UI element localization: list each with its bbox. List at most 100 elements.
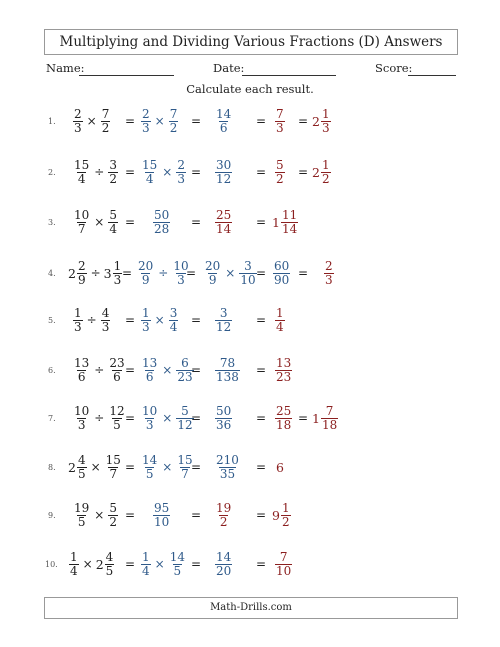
equals-sign: =: [191, 215, 202, 229]
problem-row: 3. 10 7 × 5 4 = 50 28 = 25 14 = 1 11 14: [0, 202, 500, 242]
fraction: 45: [104, 550, 115, 578]
operand: 245: [68, 453, 88, 481]
denominator: 4: [69, 563, 79, 578]
denominator: 12: [215, 171, 233, 186]
whole-number: 3: [103, 265, 112, 281]
mixed-answer: 213: [312, 107, 332, 135]
mixed-answer: 1 11 14: [272, 208, 299, 236]
equals-sign: =: [125, 114, 136, 128]
denominator: 3: [73, 319, 83, 334]
fraction: 14: [275, 306, 285, 334]
simplified-answer-cell: 13 23: [274, 350, 293, 390]
fraction: 13: [320, 107, 331, 135]
equals-sign: =: [256, 215, 267, 229]
step-expression: 20 9 ÷ 10 3: [136, 259, 191, 287]
operand: 23: [72, 107, 84, 135]
problem-expression-cell: 13 6 ÷ 23 6: [72, 350, 127, 390]
equals-sign: =: [191, 411, 202, 425]
problem-expression: 2 3 × 7 2: [72, 107, 111, 135]
numerator: 2: [142, 106, 150, 121]
denominator: 5: [172, 563, 183, 578]
problem-number: 3.: [48, 218, 56, 227]
equals-sign: =: [122, 266, 133, 280]
numerator: 20: [205, 258, 221, 273]
numerator: 1: [142, 549, 150, 564]
denominator: 2: [280, 514, 291, 529]
denominator: 2: [100, 120, 111, 135]
numerator: 15: [74, 157, 90, 172]
operand: 52: [107, 501, 119, 529]
denominator: 4: [144, 171, 155, 186]
problem-expression: 1 4 × 2 4 5: [68, 550, 116, 578]
equals-sign: =: [191, 557, 202, 571]
fraction: 15 7: [105, 453, 122, 481]
whole-number: 2: [68, 265, 76, 281]
denominator: 18: [275, 417, 293, 432]
denominator: 9: [140, 272, 151, 287]
problem-expression: 2 4 5 × 15 7: [68, 453, 123, 481]
numerator: 19: [74, 500, 90, 515]
operand: 245: [96, 550, 116, 578]
operand: 15 4: [72, 157, 91, 186]
fraction: 13 23: [275, 356, 293, 384]
product-fraction-cell: 78 138: [214, 350, 241, 390]
fraction: 10 3: [141, 404, 158, 432]
problem-expression: 13 6 ÷ 23 6: [72, 356, 127, 384]
numerator: 7: [276, 106, 284, 121]
numerator: 14: [216, 106, 232, 121]
problem-row: 1. 2 3 × 7 2 = 2 3 × 7 2 = 14 6 = 7 3 = 2 1 3: [0, 101, 500, 141]
fraction: 72: [168, 107, 179, 135]
step-expression-cell: 20 9 × 3 10: [203, 253, 258, 293]
score-label: Score:: [375, 61, 413, 75]
simplified-answer: 73: [274, 106, 286, 135]
problem-expression: 2 2 9 ÷ 3 1 3: [68, 258, 123, 287]
times-sign: ×: [225, 266, 236, 280]
denominator: 10: [239, 272, 257, 287]
fraction: 23: [324, 259, 334, 287]
denominator: 6: [112, 369, 122, 384]
worksheet-title: Multiplying and Dividing Various Fractio…: [44, 29, 458, 55]
fraction: 25 18: [275, 404, 293, 432]
fraction: 60 90: [273, 258, 291, 287]
numerator: 1: [281, 500, 290, 515]
denominator: 3: [141, 120, 151, 135]
operand: 34: [168, 306, 180, 334]
fraction: 45: [76, 453, 87, 481]
simplified-answer: 19 2: [214, 501, 233, 529]
denominator: 5: [76, 466, 87, 481]
equals-sign: =: [256, 363, 267, 377]
numerator: 7: [279, 549, 288, 564]
numerator: 50: [154, 207, 170, 222]
equals-sign: =: [186, 266, 197, 280]
fraction: 10 7: [73, 208, 90, 236]
denominator: 14: [280, 221, 299, 236]
fraction: 14: [141, 549, 151, 578]
whole-number: 2: [312, 164, 320, 180]
numerator: 2: [77, 258, 86, 273]
problem-number: 1.: [48, 117, 56, 126]
step-expression-cell: 10 3 × 5 12: [140, 398, 195, 438]
denominator: 3: [176, 171, 186, 186]
operand: 10 3: [140, 404, 159, 432]
problem-row: 9. 19 5 × 5 2 = 95 10 = 19 2 = 9 1 2: [0, 495, 500, 535]
problem-expression-cell: 2 2 9 ÷ 3 1 3: [68, 253, 123, 293]
product-fraction: 60 90: [272, 258, 291, 287]
step-expression-cell: 1 3 × 3 4: [140, 300, 179, 340]
problem-row: 4. 2 2 9 ÷ 3 1 3 = 20 9 ÷ 10 3 = 20 9 × 3 10 = 60 90 = 2 3: [0, 253, 500, 293]
problem-row: 8. 2 4 5 × 15 7 = 14 5 × 15 7 = 210 35 = 6: [0, 447, 500, 487]
fraction: 54: [108, 207, 118, 236]
fraction: 34: [168, 306, 179, 334]
equals-sign: =: [256, 165, 267, 179]
fraction: 10 3: [73, 404, 90, 432]
denominator: 2: [320, 171, 331, 186]
equals-sign: =: [298, 266, 309, 280]
product-fraction-cell: 60 90: [272, 253, 291, 293]
numerator: 5: [109, 207, 117, 222]
name-line: [79, 75, 174, 76]
numerator: 60: [274, 258, 290, 273]
denominator: 4: [108, 221, 118, 236]
mixed-answer-cell: 1 7 18: [312, 398, 339, 438]
equals-sign: =: [191, 363, 202, 377]
product-fraction: 14 20: [214, 550, 233, 578]
operand: 23 6: [107, 356, 126, 384]
